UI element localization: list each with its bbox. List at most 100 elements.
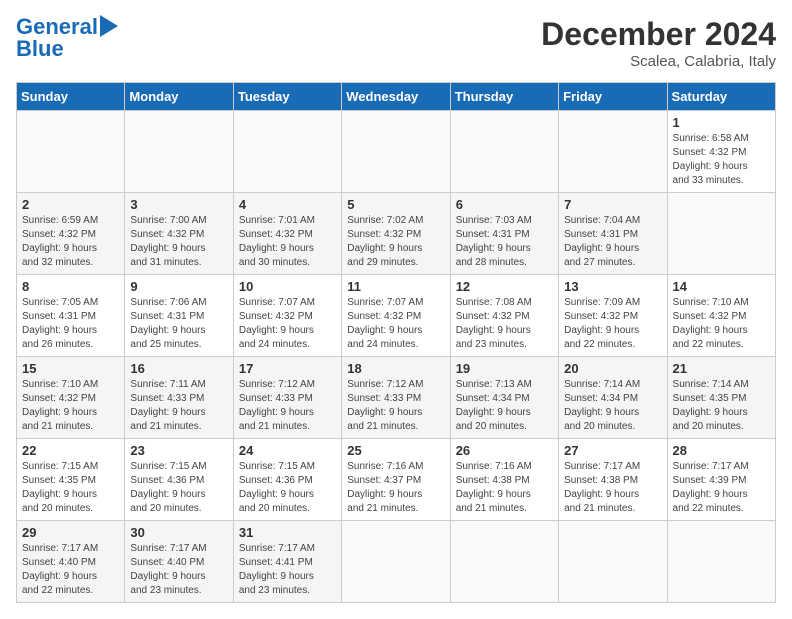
day-number: 19 bbox=[456, 361, 553, 376]
day-number: 12 bbox=[456, 279, 553, 294]
day-info: Sunrise: 7:04 AM Sunset: 4:31 PM Dayligh… bbox=[564, 214, 661, 270]
day-info: Sunrise: 7:07 AM Sunset: 4:32 PM Dayligh… bbox=[239, 296, 336, 352]
col-header-wednesday: Wednesday bbox=[342, 83, 450, 111]
calendar-cell: 26 Sunrise: 7:16 AM Sunset: 4:38 PM Dayli… bbox=[450, 439, 558, 521]
day-number: 10 bbox=[239, 279, 336, 294]
day-info: Sunrise: 7:16 AM Sunset: 4:38 PM Dayligh… bbox=[456, 460, 553, 516]
page-header: General Blue December 2024 Scalea, Calab… bbox=[16, 16, 776, 70]
month-title: December 2024 bbox=[541, 16, 776, 53]
day-info: Sunrise: 7:10 AM Sunset: 4:32 PM Dayligh… bbox=[673, 296, 770, 352]
day-number: 6 bbox=[456, 197, 553, 212]
day-info: Sunrise: 7:15 AM Sunset: 4:36 PM Dayligh… bbox=[239, 460, 336, 516]
calendar-cell: 11Sunrise: 7:07 AM Sunset: 4:32 PM Dayli… bbox=[342, 275, 450, 357]
day-info: Sunrise: 7:17 AM Sunset: 4:40 PM Dayligh… bbox=[22, 542, 119, 598]
logo-text: General bbox=[16, 16, 98, 38]
day-info: Sunrise: 6:58 AM Sunset: 4:32 PM Dayligh… bbox=[673, 132, 770, 188]
day-number: 3 bbox=[130, 197, 227, 212]
location-subtitle: Scalea, Calabria, Italy bbox=[541, 53, 776, 70]
day-number: 22 bbox=[22, 443, 119, 458]
calendar-cell: 23 Sunrise: 7:15 AM Sunset: 4:36 PM Dayli… bbox=[125, 439, 233, 521]
day-info: Sunrise: 7:08 AM Sunset: 4:32 PM Dayligh… bbox=[456, 296, 553, 352]
day-number: 26 bbox=[456, 443, 553, 458]
day-number: 2 bbox=[22, 197, 119, 212]
calendar-cell: 20Sunrise: 7:14 AM Sunset: 4:34 PM Dayli… bbox=[559, 357, 667, 439]
col-header-tuesday: Tuesday bbox=[233, 83, 341, 111]
calendar-cell: 9Sunrise: 7:06 AM Sunset: 4:31 PM Daylig… bbox=[125, 275, 233, 357]
calendar-cell: 1 Sunrise: 6:58 AM Sunset: 4:32 PM Daylig… bbox=[667, 111, 775, 193]
week-row-2: 2 Sunrise: 6:59 AM Sunset: 4:32 PM Daylig… bbox=[17, 193, 776, 275]
week-row-5: 22 Sunrise: 7:15 AM Sunset: 4:35 PM Dayli… bbox=[17, 439, 776, 521]
calendar-cell: 2 Sunrise: 6:59 AM Sunset: 4:32 PM Daylig… bbox=[17, 193, 125, 275]
calendar-cell: 27 Sunrise: 7:17 AM Sunset: 4:38 PM Dayli… bbox=[559, 439, 667, 521]
logo-blue: Blue bbox=[16, 36, 64, 62]
day-info: Sunrise: 7:00 AM Sunset: 4:32 PM Dayligh… bbox=[130, 214, 227, 270]
calendar-cell bbox=[450, 521, 558, 603]
week-row-1: 1 Sunrise: 6:58 AM Sunset: 4:32 PM Daylig… bbox=[17, 111, 776, 193]
day-number: 30 bbox=[130, 525, 227, 540]
day-number: 15 bbox=[22, 361, 119, 376]
day-info: Sunrise: 7:17 AM Sunset: 4:39 PM Dayligh… bbox=[673, 460, 770, 516]
calendar-cell bbox=[125, 111, 233, 193]
day-info: Sunrise: 7:16 AM Sunset: 4:37 PM Dayligh… bbox=[347, 460, 444, 516]
week-row-4: 15Sunrise: 7:10 AM Sunset: 4:32 PM Dayli… bbox=[17, 357, 776, 439]
day-info: Sunrise: 7:07 AM Sunset: 4:32 PM Dayligh… bbox=[347, 296, 444, 352]
calendar-cell: 4Sunrise: 7:01 AM Sunset: 4:32 PM Daylig… bbox=[233, 193, 341, 275]
day-info: Sunrise: 7:15 AM Sunset: 4:36 PM Dayligh… bbox=[130, 460, 227, 516]
calendar-cell bbox=[342, 111, 450, 193]
calendar-cell: 30 Sunrise: 7:17 AM Sunset: 4:40 PM Dayli… bbox=[125, 521, 233, 603]
calendar-cell: 15Sunrise: 7:10 AM Sunset: 4:32 PM Dayli… bbox=[17, 357, 125, 439]
day-info: Sunrise: 6:59 AM Sunset: 4:32 PM Dayligh… bbox=[22, 214, 119, 270]
col-header-friday: Friday bbox=[559, 83, 667, 111]
day-number: 24 bbox=[239, 443, 336, 458]
logo-icon bbox=[100, 15, 118, 37]
day-info: Sunrise: 7:14 AM Sunset: 4:35 PM Dayligh… bbox=[673, 378, 770, 434]
calendar-cell: 19Sunrise: 7:13 AM Sunset: 4:34 PM Dayli… bbox=[450, 357, 558, 439]
day-number: 8 bbox=[22, 279, 119, 294]
day-number: 14 bbox=[673, 279, 770, 294]
day-info: Sunrise: 7:09 AM Sunset: 4:32 PM Dayligh… bbox=[564, 296, 661, 352]
day-number: 1 bbox=[673, 115, 770, 130]
calendar-cell: 25 Sunrise: 7:16 AM Sunset: 4:37 PM Dayli… bbox=[342, 439, 450, 521]
calendar-cell: 31 Sunrise: 7:17 AM Sunset: 4:41 PM Dayli… bbox=[233, 521, 341, 603]
calendar-cell bbox=[342, 521, 450, 603]
day-info: Sunrise: 7:02 AM Sunset: 4:32 PM Dayligh… bbox=[347, 214, 444, 270]
day-number: 13 bbox=[564, 279, 661, 294]
day-info: Sunrise: 7:17 AM Sunset: 4:41 PM Dayligh… bbox=[239, 542, 336, 598]
day-number: 5 bbox=[347, 197, 444, 212]
day-number: 31 bbox=[239, 525, 336, 540]
col-header-thursday: Thursday bbox=[450, 83, 558, 111]
day-number: 7 bbox=[564, 197, 661, 212]
week-row-6: 29 Sunrise: 7:17 AM Sunset: 4:40 PM Dayli… bbox=[17, 521, 776, 603]
day-number: 16 bbox=[130, 361, 227, 376]
day-info: Sunrise: 7:12 AM Sunset: 4:33 PM Dayligh… bbox=[347, 378, 444, 434]
calendar-cell bbox=[450, 111, 558, 193]
calendar-cell bbox=[667, 193, 775, 275]
calendar-cell: 6 Sunrise: 7:03 AM Sunset: 4:31 PM Daylig… bbox=[450, 193, 558, 275]
calendar-cell: 28 Sunrise: 7:17 AM Sunset: 4:39 PM Dayli… bbox=[667, 439, 775, 521]
calendar-table: SundayMondayTuesdayWednesdayThursdayFrid… bbox=[16, 82, 776, 603]
calendar-cell bbox=[559, 111, 667, 193]
header-row: SundayMondayTuesdayWednesdayThursdayFrid… bbox=[17, 83, 776, 111]
day-info: Sunrise: 7:17 AM Sunset: 4:40 PM Dayligh… bbox=[130, 542, 227, 598]
day-number: 25 bbox=[347, 443, 444, 458]
calendar-cell: 22 Sunrise: 7:15 AM Sunset: 4:35 PM Dayli… bbox=[17, 439, 125, 521]
day-info: Sunrise: 7:03 AM Sunset: 4:31 PM Dayligh… bbox=[456, 214, 553, 270]
calendar-cell bbox=[17, 111, 125, 193]
calendar-cell: 29 Sunrise: 7:17 AM Sunset: 4:40 PM Dayli… bbox=[17, 521, 125, 603]
day-number: 9 bbox=[130, 279, 227, 294]
day-number: 18 bbox=[347, 361, 444, 376]
col-header-monday: Monday bbox=[125, 83, 233, 111]
day-number: 23 bbox=[130, 443, 227, 458]
calendar-cell: 21Sunrise: 7:14 AM Sunset: 4:35 PM Dayli… bbox=[667, 357, 775, 439]
calendar-cell: 24 Sunrise: 7:15 AM Sunset: 4:36 PM Dayli… bbox=[233, 439, 341, 521]
calendar-cell bbox=[667, 521, 775, 603]
day-number: 28 bbox=[673, 443, 770, 458]
day-number: 27 bbox=[564, 443, 661, 458]
day-info: Sunrise: 7:17 AM Sunset: 4:38 PM Dayligh… bbox=[564, 460, 661, 516]
calendar-cell: 16Sunrise: 7:11 AM Sunset: 4:33 PM Dayli… bbox=[125, 357, 233, 439]
calendar-cell: 3 Sunrise: 7:00 AM Sunset: 4:32 PM Daylig… bbox=[125, 193, 233, 275]
day-number: 20 bbox=[564, 361, 661, 376]
title-block: December 2024 Scalea, Calabria, Italy bbox=[541, 16, 776, 70]
day-number: 29 bbox=[22, 525, 119, 540]
day-info: Sunrise: 7:15 AM Sunset: 4:35 PM Dayligh… bbox=[22, 460, 119, 516]
